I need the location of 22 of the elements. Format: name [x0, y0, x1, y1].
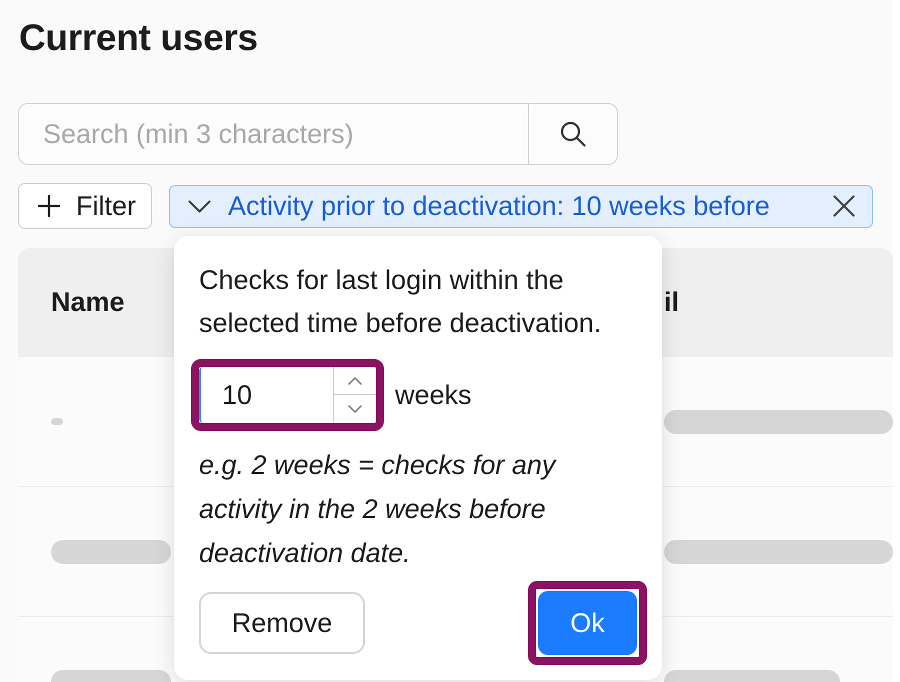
plus-icon — [38, 195, 60, 217]
remove-button[interactable]: Remove — [199, 592, 365, 654]
search-button[interactable] — [528, 103, 618, 165]
example-text: e.g. 2 weeks = checks for any activity in the 2 weeks before deactivation date. — [199, 449, 558, 570]
page-title: Current users — [19, 16, 258, 60]
filter-description: Checks for last login within the selected time before deactivation. — [199, 264, 602, 340]
number-input[interactable]: 10 — [201, 367, 333, 423]
filter-chip[interactable]: Activity prior to deactivation: 10 weeks before — [169, 184, 873, 228]
number-field[interactable]: 10 — [199, 367, 376, 423]
column-header: Name — [51, 287, 125, 318]
filter-button[interactable]: Filter — [18, 183, 152, 229]
chevron-down-icon — [188, 200, 211, 212]
search-field[interactable]: Search (min 3 characters) — [18, 103, 528, 165]
search-icon — [560, 121, 586, 147]
column-header: il — [664, 286, 680, 320]
unit-label: weeks — [395, 378, 472, 412]
close-icon — [833, 195, 855, 217]
filter-chip-label: Activity prior to deactivation: 10 weeks before — [228, 190, 770, 223]
remove-filter-button[interactable] — [832, 194, 856, 218]
confirm-button[interactable]: Ok — [538, 591, 637, 655]
chevron-up-icon — [348, 376, 362, 384]
chevron-down-icon — [348, 405, 362, 413]
